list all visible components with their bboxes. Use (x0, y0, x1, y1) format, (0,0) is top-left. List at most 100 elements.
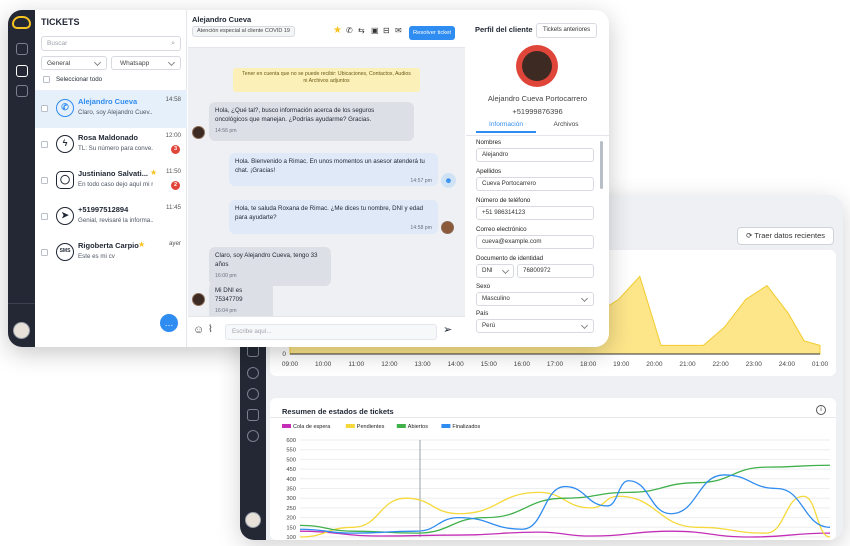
info-icon[interactable]: i (816, 405, 826, 415)
phone-icon[interactable]: ✆ (346, 26, 353, 35)
legend-swatch (396, 424, 406, 428)
ticket-preview: Claro, soy Alejandro Cuev... (78, 109, 153, 116)
y-tick-label: 200 (286, 516, 296, 522)
y-tick-label: 450 (286, 467, 296, 473)
x-tick-label: 22:00 (712, 361, 729, 368)
search-input[interactable]: Buscar ⌕ (41, 36, 181, 51)
message-text: Hola. Bienvenido a Rimac. En unos moment… (235, 158, 425, 174)
ticket-time: ayer (168, 240, 181, 247)
message-bubble: Claro, soy Alejandro Cueva, tengo 33 año… (209, 247, 331, 286)
divider (270, 417, 836, 418)
channel-filter-select[interactable]: Whatsapp (111, 56, 181, 70)
sms-icon: SMS (56, 243, 74, 261)
y-tick-label: 100 (286, 535, 296, 540)
message-bubble: Hola, te saluda Roxana de Rimac. ¿Me dic… (229, 200, 438, 234)
y-tick-label: 550 (286, 448, 296, 454)
unread-badge: 2 (171, 181, 180, 190)
email-icon[interactable]: ✉ (395, 26, 402, 35)
resolve-ticket-button[interactable]: Resolver ticket (409, 26, 455, 40)
correo-label: Correo electrónico (476, 226, 527, 233)
y-tick-label: 250 (286, 506, 296, 512)
message-text: Claro, soy Alejandro Cueva, tengo 33 año… (215, 252, 318, 268)
chevron-down-icon (580, 294, 589, 303)
doc-number-field[interactable]: 76800972 (517, 264, 594, 278)
archive-icon[interactable]: ⊟ (383, 26, 390, 35)
calendar-icon[interactable] (16, 85, 28, 97)
legend-swatch (282, 424, 291, 428)
star-icon[interactable]: ★ (333, 25, 342, 36)
x-tick-label: 11:00 (348, 361, 364, 368)
ticket-time: 11:50 (165, 168, 181, 175)
ticket-name: Justiniano Salvati... (78, 169, 149, 178)
x-tick-label: 09:00 (282, 361, 299, 368)
attach-icon[interactable]: ⌇ (208, 324, 213, 335)
nombres-field[interactable]: Alejandro (476, 148, 594, 162)
channel-filter-value: Whatsapp (120, 60, 150, 67)
tab-files[interactable]: Archivos (536, 117, 596, 133)
emoji-icon[interactable]: ☺ (193, 324, 204, 336)
ticket-item[interactable]: ➤ +51997512894 Genial, revisaré la infor… (35, 198, 187, 236)
telefono-field[interactable]: +51 986314123 (476, 206, 594, 220)
ticket-preview: En todo caso dejo aquí mi n... (78, 181, 153, 188)
y-tick-label: 350 (286, 487, 296, 493)
profile-title: Perfil del cliente (475, 25, 533, 34)
ticket-checkbox[interactable] (41, 249, 48, 256)
status-filter-select[interactable]: General (41, 56, 107, 70)
previous-tickets-button[interactable]: Tickets anteriores (536, 23, 598, 38)
new-chat-button[interactable]: … (160, 314, 178, 332)
tickets-icon[interactable] (16, 65, 28, 77)
stats-icon[interactable] (16, 43, 28, 55)
tab-information[interactable]: Información (476, 117, 536, 133)
x-tick-label: 23:00 (746, 361, 763, 368)
ticket-checkbox[interactable] (41, 105, 48, 112)
ticket-time: 14:58 (165, 96, 181, 103)
users-icon[interactable] (247, 388, 259, 400)
avatar[interactable] (13, 322, 30, 339)
ticket-checkbox[interactable] (41, 177, 48, 184)
ticket-checkbox[interactable] (41, 213, 48, 220)
mic-icon[interactable] (247, 367, 259, 379)
sexo-select[interactable]: Masculino (476, 292, 594, 306)
ticket-item[interactable]: SMS Rigoberta Carpio ★ Este es mi cv aye… (35, 234, 187, 272)
select-all-checkbox[interactable] (43, 76, 50, 83)
chat-panel: Alejandro Cueva Atención especial al cli… (188, 10, 465, 347)
star-icon: ★ (138, 240, 146, 249)
star-icon: ★ (150, 168, 158, 177)
avatar[interactable] (245, 512, 261, 528)
doc-type-select[interactable]: DNI (476, 264, 514, 278)
doc-type-value: DNI (482, 267, 493, 274)
pais-select[interactable]: Perú (476, 319, 594, 333)
ticket-checkbox[interactable] (41, 141, 48, 148)
correo-field[interactable]: cueva@example.com (476, 235, 594, 249)
documento-label: Documento de identidad (476, 255, 544, 262)
x-tick-label: 16:00 (514, 361, 531, 368)
transfer-icon[interactable]: ⇆ (358, 26, 365, 35)
x-tick-label: 12:00 (381, 361, 398, 368)
avatar-photo (522, 51, 552, 81)
legend-label: Abiertos (408, 424, 428, 430)
status-chart-card: Resumen de estados de tickets i Cola de … (270, 398, 836, 540)
ticket-item[interactable]: ✆ Alejandro Cueva Claro, soy Alejandro C… (35, 90, 187, 128)
pais-value: Perú (482, 322, 496, 329)
scrollbar[interactable] (600, 141, 603, 189)
message-input[interactable]: Escribe aquí... (225, 324, 437, 340)
tickets-title: TICKETS (41, 17, 80, 27)
x-tick-label: 14:00 (447, 361, 464, 368)
grid-icon[interactable] (247, 409, 259, 421)
ticket-item[interactable]: ϟ Rosa Maldonado TL: Su número para conv… (35, 126, 187, 164)
apellidos-field[interactable]: Cueva Portocarrero (476, 177, 594, 191)
legend-label: Pendientes (357, 424, 385, 430)
nombres-label: Nombres (476, 139, 502, 146)
message-bubble: Mi DNI es 75347709 16:04 pm (209, 282, 273, 321)
refresh-label: Traer datos recientes (754, 231, 825, 240)
ticket-preview: Este es mi cv (78, 253, 115, 260)
ticket-name: Rosa Maldonado (78, 133, 139, 142)
select-all-label: Seleccionar todo (56, 76, 103, 83)
status-chart-title: Resumen de estados de tickets (282, 407, 394, 416)
calendar-icon[interactable]: ▣ (371, 26, 379, 35)
ticket-item[interactable]: ◯ Justiniano Salvati... ★ En todo caso d… (35, 162, 187, 200)
contact-name: Alejandro Cueva (192, 15, 252, 24)
send-icon[interactable]: ➢ (443, 323, 452, 336)
settings-icon[interactable] (247, 430, 259, 442)
refresh-button[interactable]: ⟳ Traer datos recientes (737, 227, 834, 245)
